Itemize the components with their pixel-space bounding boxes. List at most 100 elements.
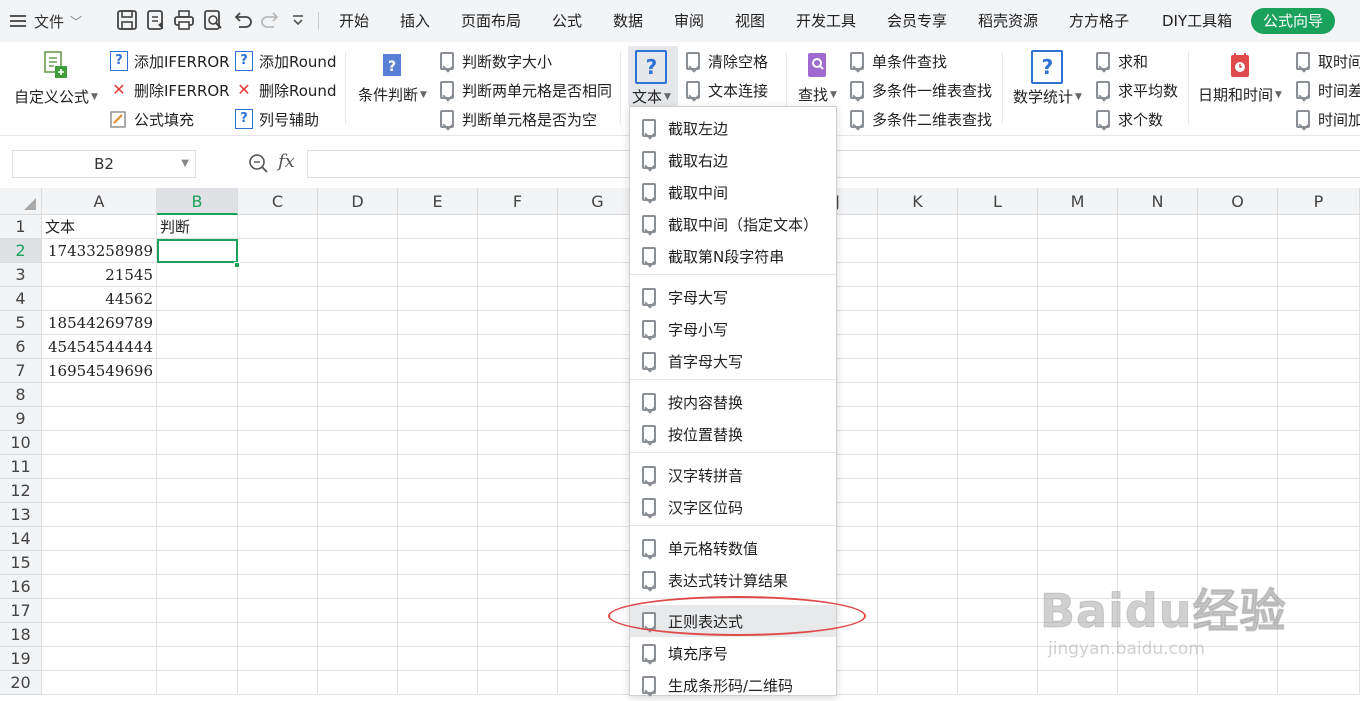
delete-round-button[interactable]: ✕ 删除Round (235, 77, 336, 103)
cell-value[interactable]: 21545 (42, 263, 157, 287)
dropdown-menu-item[interactable]: 单元格转数值 (630, 532, 836, 564)
table-cell[interactable] (318, 287, 398, 311)
cell-b1[interactable]: 判断 (157, 215, 238, 239)
dropdown-menu-item[interactable]: 截取中间（指定文本） (630, 208, 836, 240)
table-cell[interactable] (318, 527, 398, 551)
table-cell[interactable] (558, 503, 638, 527)
table-cell[interactable] (1038, 311, 1118, 335)
table-cell[interactable] (1278, 455, 1360, 479)
table-cell[interactable] (878, 551, 958, 575)
table-cell[interactable] (398, 527, 478, 551)
table-cell[interactable] (878, 455, 958, 479)
table-cell[interactable] (398, 647, 478, 671)
table-cell[interactable] (398, 455, 478, 479)
fill-handle[interactable] (234, 262, 240, 268)
table-cell[interactable] (478, 431, 558, 455)
column-header[interactable]: C (238, 188, 318, 215)
average-button[interactable]: 求平均数 (1096, 77, 1178, 103)
table-cell[interactable] (1038, 287, 1118, 311)
table-cell[interactable] (1118, 263, 1198, 287)
judge-cell-empty-button[interactable]: 判断单元格是否为空 (440, 106, 597, 132)
table-cell[interactable] (878, 623, 958, 647)
row-header[interactable]: 12 (0, 479, 42, 503)
table-cell[interactable] (157, 671, 238, 695)
table-cell[interactable] (157, 527, 238, 551)
table-cell[interactable] (958, 311, 1038, 335)
table-cell[interactable] (157, 503, 238, 527)
column-header[interactable]: O (1198, 188, 1278, 215)
time-diff-button[interactable]: 时间差 (1296, 77, 1360, 103)
print-icon[interactable] (173, 9, 197, 33)
table-cell[interactable] (318, 215, 398, 239)
table-cell[interactable] (1038, 551, 1118, 575)
table-cell[interactable] (318, 431, 398, 455)
table-cell[interactable] (1038, 407, 1118, 431)
dropdown-menu-item[interactable]: 按位置替换 (630, 418, 836, 450)
table-cell[interactable] (558, 335, 638, 359)
table-cell[interactable] (318, 479, 398, 503)
column-header[interactable]: E (398, 188, 478, 215)
customize-toolbar-icon[interactable] (291, 13, 315, 37)
column-header[interactable]: F (478, 188, 558, 215)
table-cell[interactable] (1118, 431, 1198, 455)
table-cell[interactable] (1038, 431, 1118, 455)
table-cell[interactable] (958, 455, 1038, 479)
table-cell[interactable] (157, 359, 238, 383)
text-join-button[interactable]: 文本连接 (686, 77, 768, 103)
table-cell[interactable] (42, 431, 157, 455)
table-cell[interactable] (318, 503, 398, 527)
column-header[interactable]: A (42, 188, 157, 215)
tab-data[interactable]: 数据 (613, 9, 643, 33)
table-cell[interactable] (238, 311, 318, 335)
table-cell[interactable] (42, 455, 157, 479)
column-header[interactable]: G (558, 188, 638, 215)
table-cell[interactable] (318, 647, 398, 671)
table-cell[interactable] (958, 503, 1038, 527)
table-cell[interactable] (238, 215, 318, 239)
table-cell[interactable] (1118, 455, 1198, 479)
table-cell[interactable] (478, 455, 558, 479)
table-cell[interactable] (398, 311, 478, 335)
table-cell[interactable] (558, 215, 638, 239)
table-cell[interactable] (558, 551, 638, 575)
table-cell[interactable] (238, 527, 318, 551)
table-cell[interactable] (1278, 431, 1360, 455)
single-condition-lookup-button[interactable]: 单条件查找 (850, 48, 947, 74)
table-cell[interactable] (478, 311, 558, 335)
table-cell[interactable] (42, 575, 157, 599)
table-cell[interactable] (1198, 335, 1278, 359)
table-cell[interactable] (398, 503, 478, 527)
table-cell[interactable] (238, 647, 318, 671)
table-cell[interactable] (42, 503, 157, 527)
table-cell[interactable] (1278, 383, 1360, 407)
table-cell[interactable] (1198, 359, 1278, 383)
table-cell[interactable] (1118, 215, 1198, 239)
table-cell[interactable] (958, 551, 1038, 575)
table-cell[interactable] (1278, 527, 1360, 551)
table-cell[interactable] (478, 239, 558, 263)
table-cell[interactable] (318, 359, 398, 383)
table-cell[interactable] (398, 335, 478, 359)
table-cell[interactable] (398, 263, 478, 287)
column-header[interactable]: N (1118, 188, 1198, 215)
table-cell[interactable] (1278, 647, 1360, 671)
table-cell[interactable] (878, 263, 958, 287)
table-cell[interactable] (1278, 407, 1360, 431)
math-stats-button[interactable]: ? 数学统计 ▼ (1013, 50, 1082, 107)
row-header[interactable]: 13 (0, 503, 42, 527)
table-cell[interactable] (42, 623, 157, 647)
table-cell[interactable] (478, 335, 558, 359)
dropdown-menu-item[interactable]: 汉字转拼音 (630, 459, 836, 491)
table-cell[interactable] (1278, 311, 1360, 335)
table-cell[interactable] (398, 575, 478, 599)
table-cell[interactable] (478, 407, 558, 431)
tab-formula-wizard[interactable]: 公式向导 (1251, 8, 1335, 34)
clear-space-button[interactable]: 清除空格 (686, 48, 768, 74)
custom-formula-button[interactable]: 自定义公式 ▼ (14, 50, 98, 107)
table-cell[interactable] (1198, 671, 1278, 695)
table-cell[interactable] (238, 575, 318, 599)
table-cell[interactable] (478, 623, 558, 647)
column-header[interactable]: M (1038, 188, 1118, 215)
table-cell[interactable] (478, 671, 558, 695)
table-cell[interactable] (42, 527, 157, 551)
